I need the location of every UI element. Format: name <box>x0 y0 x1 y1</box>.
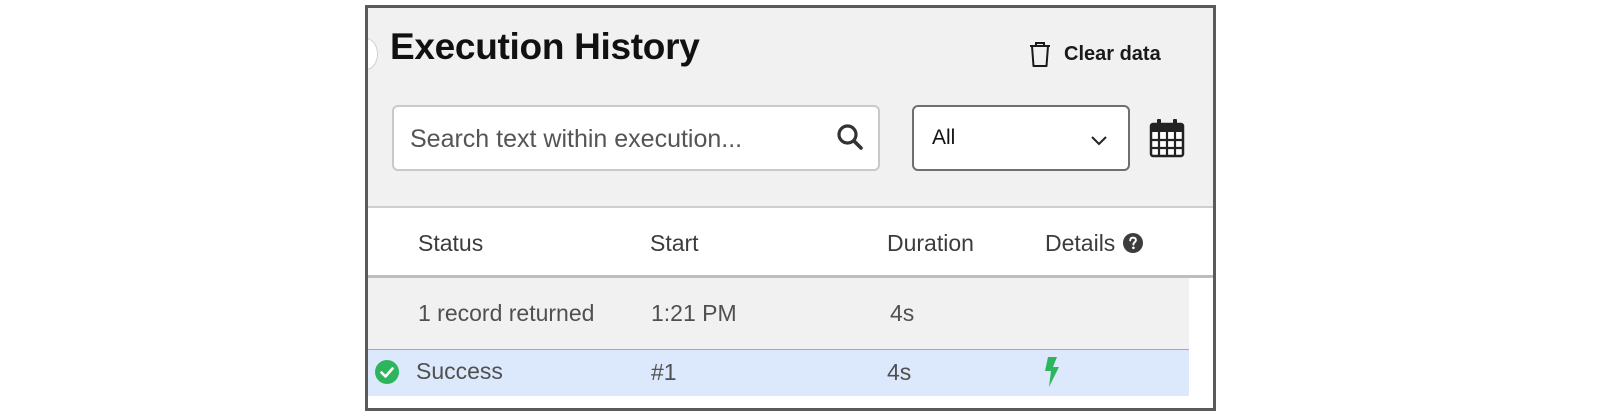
row-start: #1 <box>651 359 677 385</box>
column-header-duration[interactable]: Duration <box>887 230 974 257</box>
table-footer-space <box>368 396 1213 408</box>
scroll-track <box>1189 278 1213 396</box>
column-header-status[interactable]: Status <box>418 230 483 257</box>
summary-duration: 4s <box>890 300 915 326</box>
status-filter-select[interactable]: All <box>912 105 1130 171</box>
summary-status: 1 record returned <box>418 300 595 326</box>
column-header-details: Details <box>1045 230 1144 257</box>
column-header-details-label: Details <box>1045 230 1116 256</box>
page-title: Execution History <box>390 26 700 67</box>
row-status: Success <box>416 358 503 384</box>
summary-start: 1:21 PM <box>651 300 737 326</box>
lightning-icon[interactable] <box>1043 357 1061 387</box>
success-check-icon <box>375 360 399 384</box>
search-input[interactable] <box>408 107 812 171</box>
collapse-handle[interactable] <box>368 38 378 70</box>
column-header-start[interactable]: Start <box>650 230 699 257</box>
status-filter-value: All <box>932 126 956 149</box>
help-icon[interactable] <box>1123 233 1144 253</box>
summary-row: 1 record returned 1:21 PM 4s <box>368 278 1189 350</box>
panel-header: Execution History Clear data All <box>368 8 1213 208</box>
search-field[interactable] <box>392 105 880 171</box>
execution-history-panel: Execution History Clear data All <box>365 5 1216 411</box>
clear-data-label: Clear data <box>1064 42 1161 65</box>
clear-data-button[interactable]: Clear data <box>1028 36 1161 72</box>
trash-icon <box>1028 40 1052 68</box>
table-row[interactable]: Success #1 4s <box>368 350 1189 396</box>
calendar-icon[interactable] <box>1149 118 1185 158</box>
chevron-down-icon <box>1091 136 1107 146</box>
search-icon[interactable] <box>836 123 864 151</box>
table-header: Status Start Duration Details <box>368 208 1213 278</box>
row-duration: 4s <box>887 359 912 385</box>
